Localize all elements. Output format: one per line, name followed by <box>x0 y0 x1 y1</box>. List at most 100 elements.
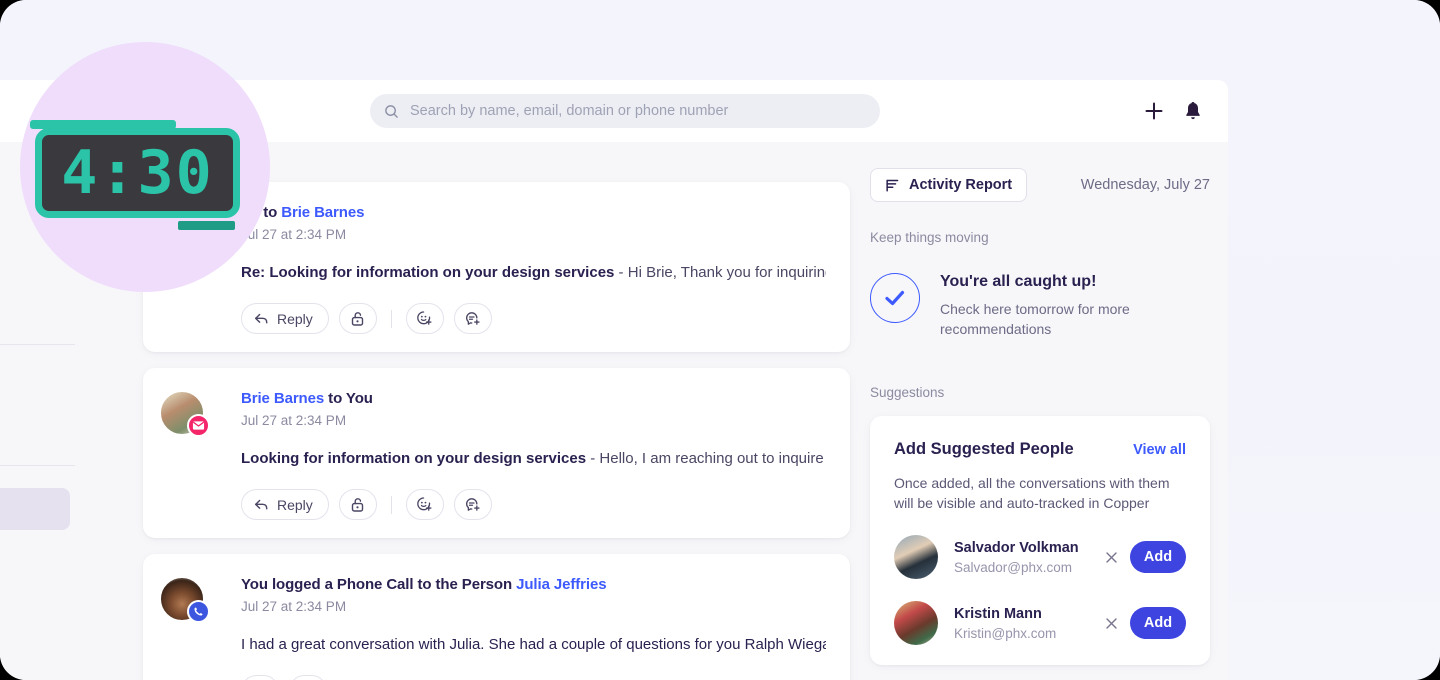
current-date: Wednesday, July 27 <box>1080 177 1210 193</box>
reply-arrow-icon <box>254 498 269 512</box>
right-panel: Activity Report Wednesday, July 27 Keep … <box>870 168 1210 665</box>
feed-item[interactable]: ou to Brie Barnes Jul 27 at 2:34 PM Re: … <box>143 182 850 352</box>
avatar[interactable] <box>894 601 938 645</box>
feed-item-header: You logged a Phone Call to the Person Ju… <box>241 576 826 593</box>
avatar-wrap <box>159 204 205 250</box>
add-comment-button[interactable] <box>289 675 327 680</box>
add-comment-icon <box>464 496 481 513</box>
avatar[interactable] <box>159 204 205 250</box>
suggested-person-row: Kristin Mann Kristin@phx.com Add <box>894 601 1186 645</box>
add-comment-button[interactable] <box>453 489 492 520</box>
feed-item-preview: I had a great conversation with Julia. S… <box>241 636 826 653</box>
add-reaction-button[interactable] <box>241 675 279 680</box>
feed-item[interactable]: Brie Barnes to You Jul 27 at 2:34 PM Loo… <box>143 368 850 538</box>
suggested-people-description: Once added, all the conversations with t… <box>894 475 1170 511</box>
action-separator <box>390 495 392 514</box>
feed-item-person-link[interactable]: Brie Barnes <box>281 204 364 221</box>
add-reaction-icon <box>416 496 433 513</box>
feed-item-timestamp: Jul 27 at 2:34 PM <box>241 227 347 242</box>
feed-item-person-link[interactable]: Brie Barnes <box>241 390 324 407</box>
feed-item-suffix: to You <box>324 390 373 407</box>
section-label-keep-moving: Keep things moving <box>870 230 989 245</box>
search-bar[interactable] <box>370 94 880 128</box>
app-window: old ex you s, your artbeat of y ne place… <box>0 0 1440 680</box>
add-person-button[interactable]: Add <box>1130 607 1186 639</box>
suggested-people-card: Add Suggested People View all Once added… <box>870 416 1210 665</box>
feed-item-timestamp: Jul 27 at 2:34 PM <box>241 599 347 614</box>
left-panel: old ex you s, your artbeat of y ne place… <box>0 142 125 680</box>
caught-up-title: You're all caught up! <box>940 273 1097 290</box>
feed-item-actions <box>241 675 826 680</box>
avatar-wrap <box>159 390 210 437</box>
feed-item-subject: Re: Looking for information on your desi… <box>241 264 615 281</box>
activity-report-label: Activity Report <box>909 177 1013 193</box>
check-icon <box>883 288 907 308</box>
add-button[interactable] <box>1141 98 1167 124</box>
feed-item[interactable]: You logged a Phone Call to the Person Ju… <box>143 554 850 680</box>
action-separator <box>390 309 392 328</box>
avatar[interactable] <box>894 535 938 579</box>
left-panel-placeholder-block <box>0 488 70 530</box>
feed-item-body: Brie Barnes to You Jul 27 at 2:34 PM Loo… <box>241 390 826 520</box>
privacy-lock-button[interactable] <box>338 303 377 334</box>
feed-item-actions: Reply <box>241 303 826 334</box>
notifications-button[interactable] <box>1180 98 1206 124</box>
suggested-person-info: Kristin Mann Kristin@phx.com <box>954 606 1098 641</box>
reply-label: Reply <box>277 496 313 513</box>
add-reaction-button[interactable] <box>405 303 444 334</box>
call-badge <box>187 600 210 623</box>
check-circle <box>870 273 920 323</box>
left-panel-divider-2 <box>0 465 75 466</box>
reply-button[interactable]: Reply <box>241 489 329 520</box>
app-panel: old ex you s, your artbeat of y ne place… <box>0 0 1228 680</box>
caught-up-text: You're all caught up! Check here tomorro… <box>940 273 1140 339</box>
dismiss-suggestion-button[interactable] <box>1098 616 1124 631</box>
feed-item-body: ou to Brie Barnes Jul 27 at 2:34 PM Re: … <box>241 204 826 334</box>
suggested-person-email: Salvador@phx.com <box>954 559 1073 575</box>
feed-item-header: Brie Barnes to You <box>241 390 826 407</box>
add-person-button[interactable]: Add <box>1130 541 1186 573</box>
left-panel-body: s, your artbeat of y ne place. <box>0 243 30 318</box>
privacy-lock-button[interactable] <box>338 489 377 520</box>
avatar-wrap <box>159 576 210 623</box>
feed-item-snippet: Looking for information on your design s… <box>241 450 826 467</box>
feed-item-prefix: ou to <box>241 204 282 221</box>
mail-badge <box>187 414 210 437</box>
suggested-people-header: Add Suggested People View all <box>894 440 1186 459</box>
feed-item-snippet: I had a great conversation with Julia. S… <box>241 636 826 653</box>
add-comment-icon <box>464 310 481 327</box>
caught-up-block: You're all caught up! Check here tomorro… <box>870 273 1210 339</box>
suggested-person-row: Salvador Volkman Salvador@phx.com Add <box>894 535 1186 579</box>
close-icon <box>1104 616 1119 631</box>
close-icon <box>1104 550 1119 565</box>
add-comment-button[interactable] <box>453 303 492 334</box>
left-panel-following-label: at I'm following <box>0 427 95 443</box>
search-input[interactable] <box>410 103 850 119</box>
lock-open-icon <box>350 311 365 327</box>
feed-item-body: You logged a Phone Call to the Person Ju… <box>241 576 826 680</box>
view-all-link[interactable]: View all <box>1133 442 1186 458</box>
feed-item-prefix: You logged a Phone Call to the Person <box>241 576 517 593</box>
suggested-person-email: Kristin@phx.com <box>954 625 1057 641</box>
left-panel-divider <box>0 344 75 345</box>
feed-item-subject: Looking for information on your design s… <box>241 450 587 467</box>
caught-up-subtitle: Check here tomorrow for more recommendat… <box>940 301 1130 337</box>
suggested-person-name: Salvador Volkman <box>954 539 1079 556</box>
suggested-person-info: Salvador Volkman Salvador@phx.com <box>954 540 1098 575</box>
lock-open-icon <box>350 497 365 513</box>
followed-avatars: +3 <box>0 367 95 405</box>
reply-button[interactable]: Reply <box>241 303 329 334</box>
feed-item-actions: Reply <box>241 489 826 520</box>
feed-item-snippet: Re: Looking for information on your desi… <box>241 264 826 281</box>
activity-report-button[interactable]: Activity Report <box>870 168 1028 202</box>
dismiss-suggestion-button[interactable] <box>1098 550 1124 565</box>
section-label-suggestions: Suggestions <box>870 385 945 400</box>
feed-item-separator: - <box>586 450 600 467</box>
add-reaction-button[interactable] <box>405 489 444 520</box>
report-icon <box>885 178 900 193</box>
reply-label: Reply <box>277 310 313 327</box>
feed-item-person-link[interactable]: Julia Jeffries <box>516 576 606 593</box>
search-icon <box>384 104 399 119</box>
top-bar <box>0 80 1228 142</box>
content-area: old ex you s, your artbeat of y ne place… <box>0 142 1228 680</box>
